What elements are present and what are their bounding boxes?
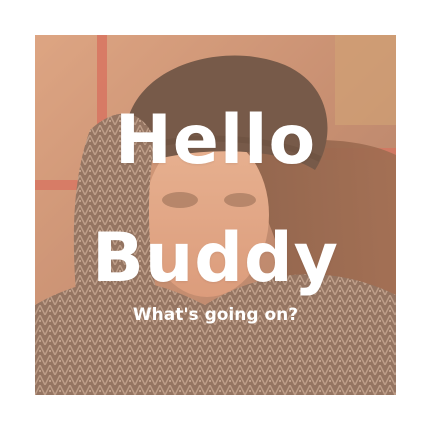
headline-line-1: Hello (114, 101, 317, 180)
subtitle: What's going on? (132, 305, 299, 325)
photo-tint-overlay (35, 35, 396, 395)
greeting-card: Hello Buddy What's going on? (35, 35, 396, 395)
headline-line-2: Buddy (92, 219, 339, 298)
